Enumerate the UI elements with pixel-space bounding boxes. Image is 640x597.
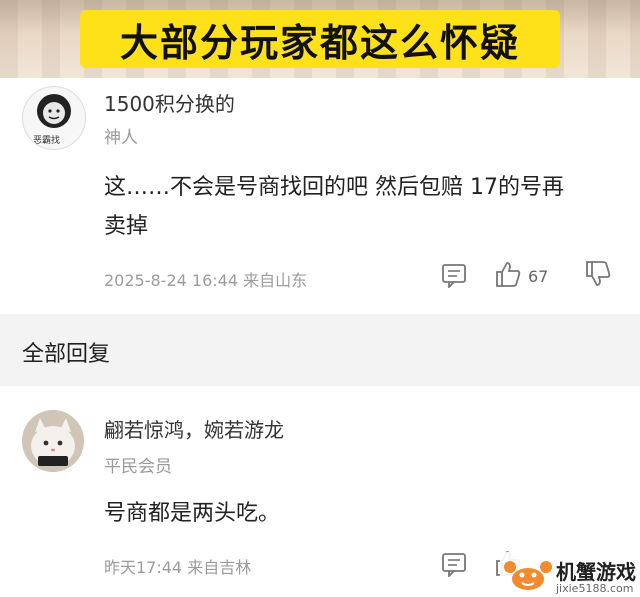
reply-meta: 昨天17:44 来自吉林 [104,558,252,577]
comment-icon[interactable] [441,551,467,577]
comment-meta: 2025-8-24 16:44 来自山东 [104,271,308,290]
crab-logo-icon [504,561,552,590]
replies-section-header: 全部回复 [0,314,640,386]
reply-text: 号商都是两头吃。 [104,501,281,526]
username[interactable]: 翩若惊鸿，婉若游龙 [104,414,284,443]
banner-title: 大部分玩家都这么怀疑 [80,10,560,68]
avatar[interactable]: 恶霸找 [22,86,86,150]
header-banner: 大部分玩家都这么怀疑 [0,0,640,78]
avatar-caption: 恶霸找 [33,136,61,146]
cat-avatar-icon [22,410,84,472]
comment-icon[interactable] [441,262,467,288]
thumbs-up-icon[interactable] [494,260,522,288]
watermark-domain: jixie5188.com [556,582,634,595]
watermark-name: 机蟹游戏 [556,560,636,584]
site-watermark: 机蟹游戏 jixie5188.com [500,552,640,597]
user-role: 神人 [104,128,138,148]
user-role: 平民会员 [104,457,172,477]
like-count: 67 [528,267,549,286]
comment-text-line1: 这……不会是号商找回的吧 然后包赔 17的号再 [104,175,564,200]
avatar[interactable] [22,410,84,472]
main-comment: 恶霸找 1500积分换的 神人 这……不会是号商找回的吧 然后包赔 17的号再 … [0,78,640,314]
thumbs-down-icon[interactable] [584,260,612,288]
section-title: 全部回复 [22,342,111,367]
username[interactable]: 1500积分换的 [104,88,235,117]
comment-text-line2: 卖掉 [104,214,149,239]
